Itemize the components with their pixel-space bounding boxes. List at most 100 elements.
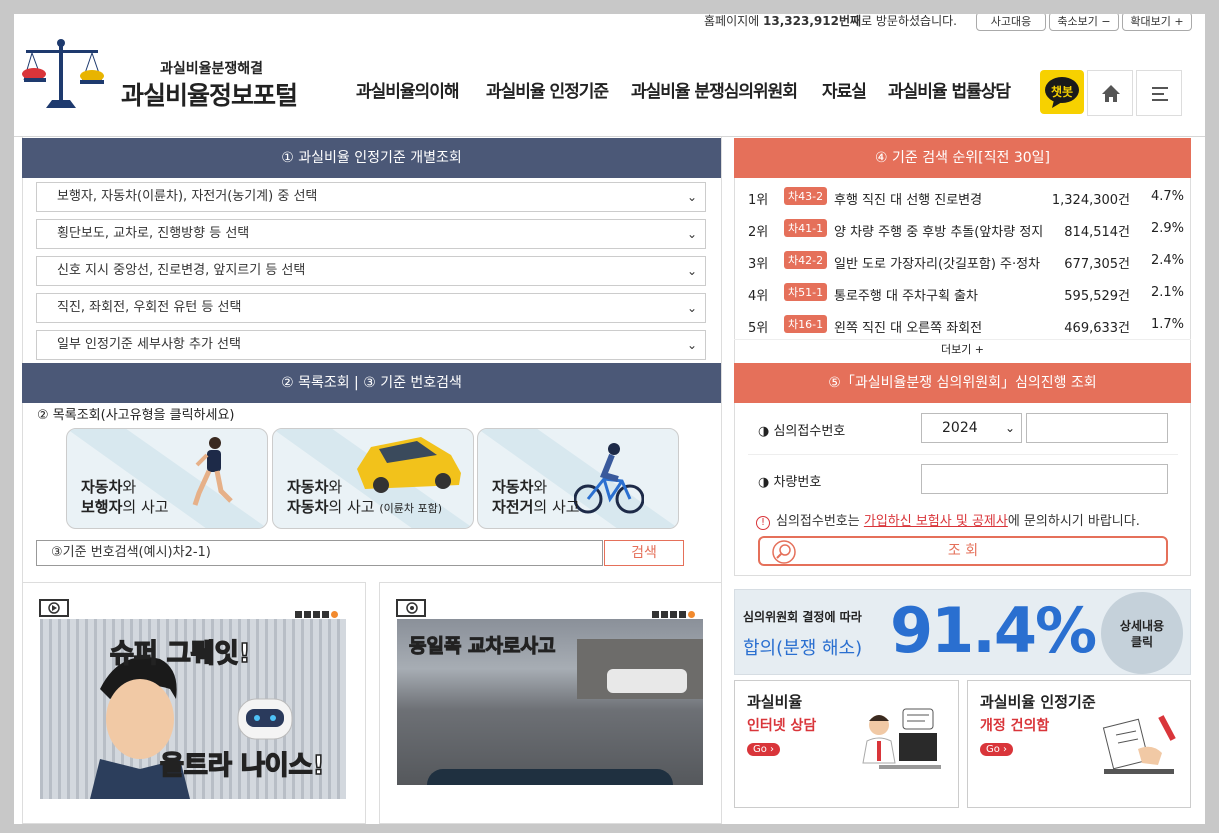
agreement-rate-banner[interactable]: 심의위원회 결정에 따라 합의(분쟁 해소) 91.4% 상세내용 클릭 (734, 589, 1191, 675)
select-signal[interactable]: 신호 지시 중앙선, 진로변경, 앞지르기 등 선택 ⌄ (36, 256, 706, 286)
ranking-row-5[interactable]: 5위 차16-1 왼쪽 직진 대 오른쪽 좌회전 469,633건 1.7% (734, 309, 1190, 341)
card-line2-note: (이륜차 포함) (379, 502, 443, 515)
rank-count: 595,529건 (1064, 289, 1130, 304)
scale-logo-icon[interactable] (20, 38, 104, 114)
home-icon (1102, 85, 1120, 102)
card-car-bicycle-label: 자동차와 자전거의 사고 (492, 477, 580, 517)
rank-number: 5위 (748, 321, 769, 336)
go-button[interactable]: Go › (747, 743, 781, 756)
promo-subtitle: 인터넷 상담 (747, 718, 817, 734)
committee-title: ⑤「과실비율분쟁 심의위원회」심의진행 조회 (734, 363, 1191, 403)
chevron-down-icon: ⌄ (686, 301, 697, 315)
go-button[interactable]: Go › (980, 743, 1014, 756)
promo-subtitle: 개정 건의함 (980, 718, 1050, 734)
chevron-down-icon: ⌄ (1004, 421, 1015, 435)
logo-title[interactable]: 과실비율정보포털 (121, 76, 298, 112)
rank-percent: 4.7% (1150, 189, 1184, 204)
nav-standards[interactable]: 과실비율 인정기준 (486, 77, 609, 102)
card-line2: 의 사고 (533, 498, 580, 516)
select-location-label: 횡단보도, 교차로, 진행방향 등 선택 (57, 226, 250, 241)
rank-number: 2위 (748, 225, 769, 240)
card-line1-strong: 자동차 (81, 478, 123, 496)
card-car-pedestrian[interactable]: 자동차와보행자의 사고 (66, 428, 268, 529)
rank-percent: 2.4% (1150, 253, 1184, 268)
video-camera-icon (396, 599, 426, 617)
rank-code-badge: 차16-1 (784, 315, 828, 333)
promo-title: 과실비율 (747, 693, 803, 711)
rank-percent: 2.9% (1150, 221, 1184, 236)
video-thumbnail-1[interactable]: 슈퍼 그뤠잇! 울트라 나이스! (40, 619, 346, 799)
nav-legal-consult[interactable]: 과실비율 법률상담 (888, 77, 1011, 102)
card-car-car[interactable]: 자동차와 자동차의 사고 (이륜차 포함) (272, 428, 474, 529)
card-line1-strong: 자동차 (492, 478, 534, 496)
video-thumbnail-2[interactable]: 동일폭 교차로사고 (397, 619, 703, 785)
rank-number: 4위 (748, 289, 769, 304)
chevron-down-icon: ⌄ (686, 227, 697, 241)
nav-committee[interactable]: 과실비율 분쟁심의위원회 (631, 77, 798, 102)
zoom-out-button[interactable]: 축소보기 − (1049, 14, 1119, 31)
rank-percent: 1.7% (1150, 317, 1184, 332)
select-detail-label: 일부 인정기준 세부사항 추가 선택 (57, 337, 241, 352)
nav-understanding[interactable]: 과실비율의이해 (356, 77, 459, 102)
select-location[interactable]: 횡단보도, 교차로, 진행방향 등 선택 ⌄ (36, 219, 706, 249)
select-signal-label: 신호 지시 중앙선, 진로변경, 앞지르기 등 선택 (57, 263, 306, 278)
home-button[interactable] (1087, 70, 1133, 116)
card-car-pedestrian-label: 자동차와보행자의 사고 (81, 477, 169, 517)
stat-detail-line1: 상세내용 (1119, 619, 1165, 633)
car-number-input[interactable] (921, 464, 1168, 494)
header: 홈페이지에 13,323,912번째로 방문하셨습니다. 사고대응 축소보기 −… (14, 14, 1205, 137)
chevron-down-icon: ⌄ (686, 264, 697, 278)
internet-consult-card[interactable]: 과실비율 인터넷 상담 Go › (734, 680, 959, 808)
menu-button[interactable] (1136, 70, 1182, 116)
nav-archive[interactable]: 자료실 (822, 77, 867, 102)
visit-count: 13,323,912번째 (763, 14, 862, 28)
rank-title: 통로주행 대 주차구획 출차 (834, 289, 978, 304)
cyclist-icon (574, 443, 644, 514)
ranking-row-2[interactable]: 2위 차41-1 양 차량 주행 중 후방 추돌(앞차량 정지 814,514건 2.9… (734, 213, 1190, 245)
accident-response-button[interactable]: 사고대응 (976, 14, 1046, 31)
video-card-1[interactable]: 슈퍼 그뤠잇! 울트라 나이스! (22, 582, 366, 824)
card-car-bicycle[interactable]: 자동차와 자전거의 사고 (477, 428, 679, 529)
hamburger-menu-icon (1152, 87, 1168, 101)
rank-count: 677,305건 (1064, 257, 1130, 272)
insurer-link[interactable]: 가입하신 보험사 및 공제사 (864, 514, 1008, 529)
select-detail[interactable]: 일부 인정기준 세부사항 추가 선택 ⌄ (36, 330, 706, 360)
card-line2: 의 사고 (122, 498, 169, 516)
video-card-2[interactable]: 동일폭 교차로사고 (379, 582, 722, 824)
ranking-more-link[interactable]: 더보기 + (734, 339, 1191, 363)
pedestrian-icon (192, 437, 233, 506)
card-line1: 와 (122, 478, 137, 496)
chevron-down-icon: ⌄ (686, 190, 697, 204)
ranking-row-1[interactable]: 1위 차43-2 후행 직진 대 선행 진로변경 1,324,300건 4.7% (734, 181, 1190, 213)
year-select[interactable]: 2024 ⌄ (921, 413, 1022, 443)
select-party-label: 보행자, 자동차(이륜차), 자전거(농기계) 중 선택 (57, 189, 318, 204)
rank-percent: 2.1% (1150, 285, 1184, 300)
select-party[interactable]: 보행자, 자동차(이륜차), 자전거(농기계) 중 선택 ⌄ (36, 182, 706, 212)
rank-code-badge: 차51-1 (784, 283, 828, 301)
ranking-row-4[interactable]: 4위 차51-1 통로주행 대 주차구획 출차 595,529건 2.1% (734, 277, 1190, 309)
receipt-number-input[interactable] (1026, 413, 1168, 443)
committee-search-button[interactable]: 조 회 (758, 536, 1168, 566)
rank-code-badge: 차41-1 (784, 219, 828, 237)
chatbot-button[interactable]: 챗봇 (1040, 70, 1084, 114)
select-direction[interactable]: 직진, 좌회전, 우회전 유턴 등 선택 ⌄ (36, 293, 706, 323)
section1-title: ① 과실비율 인정기준 개별조회 (22, 138, 721, 178)
ranking-row-3[interactable]: 3위 차42-2 일반 도로 가장자리(갓길포함) 주·정차 677,305건 2.4% (734, 245, 1190, 277)
standard-number-search-input[interactable]: ③기준 번호검색(예시)차2-1) (36, 540, 603, 566)
receipt-number-label: ◑ 심의접수번호 (758, 424, 846, 439)
visit-counter: 홈페이지에 13,323,912번째로 방문하셨습니다. (704, 14, 957, 28)
rank-title: 일반 도로 가장자리(갓길포함) 주·정차 (834, 257, 1041, 272)
stat-line2: 합의(분쟁 해소) (743, 638, 863, 659)
list-lookup-label: ② 목록조회(사고유형을 클릭하세요) (37, 408, 235, 423)
ranking-title: ④ 기준 검색 순위[직전 30일] (734, 138, 1191, 178)
chevron-down-icon: ⌄ (686, 338, 697, 352)
standards-revision-card[interactable]: 과실비율 인정기준 개정 건의함 Go › (967, 680, 1191, 808)
zoom-in-button[interactable]: 확대보기 + (1122, 14, 1192, 31)
card-line2-strong: 보행자 (81, 498, 123, 516)
visit-prefix: 홈페이지에 (704, 14, 760, 28)
notice-pre: 심의접수번호는 (776, 514, 860, 529)
stat-detail-button[interactable]: 상세내용 클릭 (1101, 592, 1183, 674)
card-line1-strong: 자동차 (287, 478, 329, 496)
divider (748, 454, 1178, 455)
standard-search-button[interactable]: 검색 (604, 540, 684, 566)
